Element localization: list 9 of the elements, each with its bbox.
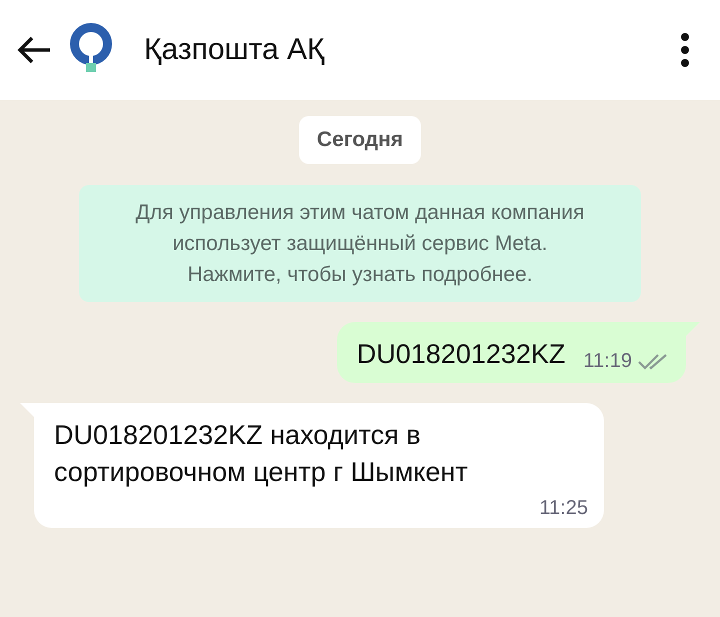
message-text: DU018201232KZ находится в сортировочном центр г Шымкент bbox=[54, 419, 469, 489]
message-time: 11:19 bbox=[583, 350, 632, 373]
date-chip: Сегодня bbox=[298, 116, 422, 164]
encryption-notice[interactable]: Для управления этим чатом данная компания использует защищённый сервис Meta. Нажмите, чтобы узнать подробнее. bbox=[79, 185, 641, 302]
chat-title[interactable]: Қазпошта АҚ bbox=[144, 33, 680, 67]
message-text: DU018201232KZ bbox=[356, 338, 566, 371]
back-arrow-icon[interactable] bbox=[16, 35, 52, 65]
message-time: 11:25 bbox=[539, 497, 588, 520]
more-menu-icon[interactable] bbox=[680, 33, 690, 67]
